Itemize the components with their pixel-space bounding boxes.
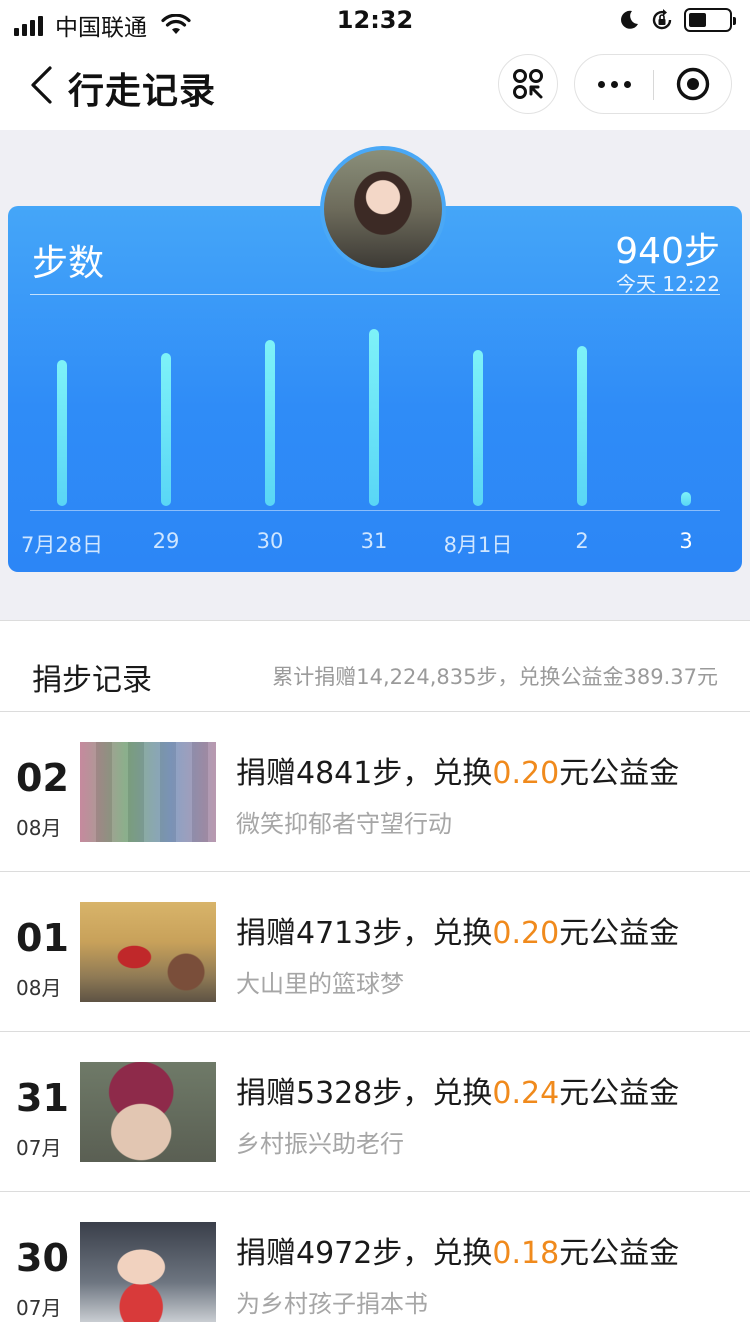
chart-bar: [57, 360, 67, 506]
record-prefix: 捐赠4713步，兑换: [236, 916, 493, 951]
status-right: [618, 8, 736, 32]
donation-records: 捐步记录 累计捐赠14,224,835步，兑换公益金389.37元 02 08月…: [0, 620, 750, 1334]
chart-x-label: 7月28日: [20, 533, 104, 557]
records-header: 捐步记录 累计捐赠14,224,835步，兑换公益金389.37元: [0, 620, 750, 712]
record-row[interactable]: 31 07月 捐赠5328步，兑换0.24元公益金 乡村振兴助老行: [0, 1032, 750, 1192]
scan-button[interactable]: [498, 54, 558, 114]
record-prefix: 捐赠4972步，兑换: [236, 1236, 493, 1271]
card-divider: [30, 294, 720, 295]
record-summary: 捐赠4841步，兑换0.20元公益金: [236, 748, 679, 792]
record-month: 07月: [16, 1296, 62, 1320]
chart-bar: [265, 340, 275, 506]
menu-capsule: [574, 54, 732, 114]
more-dot-icon: [597, 80, 605, 88]
close-miniprogram-button[interactable]: [654, 55, 732, 113]
project-thumbnail: [80, 902, 216, 1002]
steps-updated-time: 今天 12:22: [616, 272, 720, 296]
chart-bar: [577, 345, 587, 506]
moon-icon: [621, 10, 638, 29]
record-row[interactable]: 01 08月 捐赠4713步，兑换0.20元公益金 大山里的篮球梦: [0, 872, 750, 1032]
chart-x-label: 31: [360, 529, 388, 553]
status-bar: 中国联通 12:32: [0, 0, 750, 44]
record-row[interactable]: 02 08月 捐赠4841步，兑换0.20元公益金 微笑抑郁者守望行动: [0, 712, 750, 872]
project-thumbnail: [80, 1222, 216, 1322]
record-summary: 捐赠4972步，兑换0.18元公益金: [236, 1228, 679, 1272]
chart-x-label: 2: [575, 529, 589, 553]
record-day: 31: [16, 1076, 69, 1120]
record-suffix: 元公益金: [559, 916, 680, 951]
record-project: 微笑抑郁者守望行动: [236, 810, 452, 838]
avatar[interactable]: [320, 146, 446, 272]
record-day: 01: [16, 916, 69, 960]
record-summary: 捐赠4713步，兑换0.20元公益金: [236, 908, 679, 952]
record-suffix: 元公益金: [559, 1236, 680, 1271]
record-project: 大山里的篮球梦: [236, 970, 404, 998]
record-row[interactable]: 30 07月 捐赠4972步，兑换0.18元公益金 为乡村孩子捐本书: [0, 1192, 750, 1334]
target-icon: [676, 67, 710, 101]
record-prefix: 捐赠4841步，兑换: [236, 756, 493, 791]
battery-icon: [684, 8, 736, 32]
record-month: 07月: [16, 1136, 62, 1160]
records-summary: 累计捐赠14,224,835步，兑换公益金389.37元: [272, 665, 718, 689]
records-title: 捐步记录: [32, 663, 152, 698]
record-amount: 0.18: [492, 1236, 560, 1271]
chevron-left-icon: [31, 66, 52, 104]
project-thumbnail: [80, 1062, 216, 1162]
nav-bar: 行走记录: [0, 44, 750, 130]
more-dot-icon: [610, 80, 618, 88]
chart-x-label: 8月1日: [443, 533, 513, 557]
record-project: 乡村振兴助老行: [236, 1130, 404, 1158]
scan-icon: [513, 69, 543, 99]
more-dot-icon: [623, 80, 631, 88]
record-amount: 0.20: [492, 916, 560, 951]
chart-bar: [473, 350, 483, 506]
steps-label: 步数: [32, 243, 105, 284]
project-thumbnail: [80, 742, 216, 842]
record-summary: 捐赠5328步，兑换0.24元公益金: [236, 1068, 679, 1112]
rotation-lock-icon: [652, 9, 672, 30]
record-amount: 0.20: [492, 756, 560, 791]
record-suffix: 元公益金: [559, 1076, 680, 1111]
chart-x-label: 30: [256, 529, 284, 553]
chart-bar: [681, 492, 691, 506]
more-button[interactable]: [575, 55, 653, 113]
chart-bar: [161, 352, 171, 506]
back-button[interactable]: [28, 62, 64, 108]
record-amount: 0.24: [492, 1076, 560, 1111]
chart-x-label: 3: [679, 529, 693, 553]
page-title: 行走记录: [68, 71, 217, 112]
record-day: 02: [16, 756, 69, 800]
record-suffix: 元公益金: [559, 756, 680, 791]
chart-bar: [369, 328, 379, 506]
record-month: 08月: [16, 976, 62, 1000]
chart-x-label: 29: [152, 529, 180, 553]
record-prefix: 捐赠5328步，兑换: [236, 1076, 493, 1111]
record-month: 08月: [16, 816, 62, 840]
steps-count: 940步: [615, 231, 720, 272]
chart-baseline: [30, 510, 720, 511]
record-project: 为乡村孩子捐本书: [236, 1290, 428, 1318]
record-day: 30: [16, 1236, 69, 1280]
